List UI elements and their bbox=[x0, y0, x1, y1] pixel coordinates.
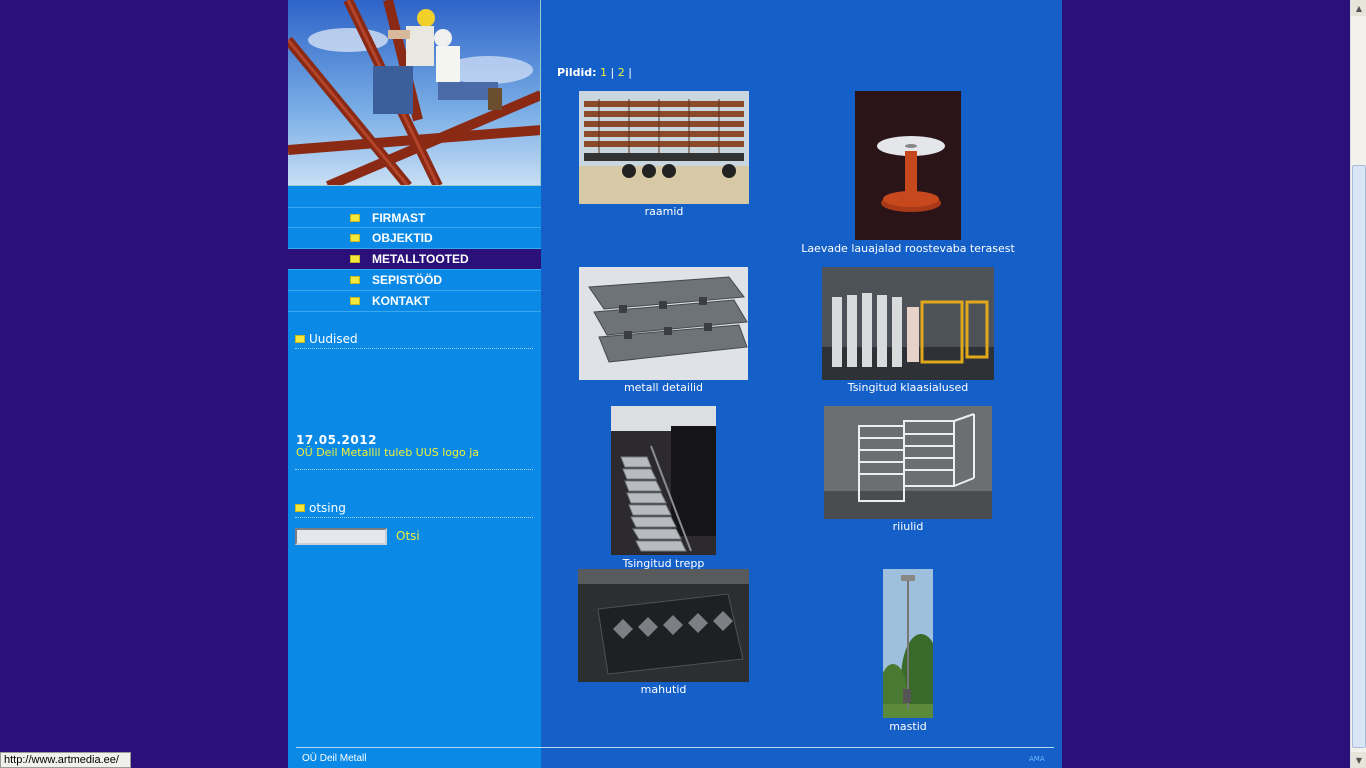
pagination-separator: | bbox=[628, 66, 632, 79]
bullet-square-icon bbox=[350, 234, 360, 242]
gallery-thumb-raamid[interactable] bbox=[579, 91, 749, 204]
gallery-thumb-riiulid[interactable] bbox=[824, 406, 992, 519]
nav-item-objektid[interactable]: OBJEKTID bbox=[288, 228, 541, 249]
gallery-caption[interactable]: mastid bbox=[858, 720, 958, 733]
gallery-page-1[interactable]: 1 bbox=[600, 66, 607, 79]
search-input[interactable] bbox=[295, 528, 387, 545]
footer-divider bbox=[296, 747, 1054, 748]
vertical-scrollbar[interactable]: ▲ ▼ bbox=[1350, 0, 1366, 768]
nav-item-metalltooted[interactable]: METALLTOOTED bbox=[288, 249, 541, 270]
gallery-caption[interactable]: Tsingitud klaasialused bbox=[822, 381, 994, 394]
news-title-label: Uudised bbox=[309, 332, 358, 346]
search-section-title: otsing bbox=[295, 501, 533, 518]
main-navigation: FIRMAST OBJEKTID METALLTOOTED SEPISTÖÖD … bbox=[288, 207, 541, 312]
gallery-thumb-klaasialused[interactable] bbox=[822, 267, 994, 380]
nav-item-label: KONTAKT bbox=[372, 294, 430, 308]
gallery-thumb-trepp[interactable] bbox=[611, 406, 716, 555]
news-section-title: Uudised bbox=[295, 332, 533, 349]
pagination-separator: | bbox=[610, 66, 615, 79]
header-photo-construction-workers bbox=[288, 0, 541, 186]
scroll-up-arrow-icon[interactable]: ▲ bbox=[1351, 0, 1366, 16]
gallery-label: Pildid: bbox=[557, 66, 597, 79]
bullet-square-icon bbox=[350, 213, 360, 222]
gallery-pagination: Pildid: 1 | 2 | bbox=[557, 66, 632, 79]
bullet-square-icon bbox=[350, 297, 360, 305]
footer-company: OÜ Deil Metall bbox=[302, 753, 367, 764]
news-divider bbox=[295, 469, 533, 470]
gallery-caption[interactable]: metall detailid bbox=[579, 381, 748, 394]
page-container: FIRMAST OBJEKTID METALLTOOTED SEPISTÖÖD … bbox=[288, 0, 1062, 768]
search-title-label: otsing bbox=[309, 501, 346, 515]
sidebar: FIRMAST OBJEKTID METALLTOOTED SEPISTÖÖD … bbox=[288, 0, 541, 768]
search-button[interactable]: Otsi bbox=[396, 529, 420, 543]
nav-item-label: FIRMAST bbox=[372, 210, 426, 225]
gallery-page-2[interactable]: 2 bbox=[618, 66, 625, 79]
gallery-thumb-mahutid[interactable] bbox=[578, 569, 749, 682]
footer-credit[interactable]: AMA bbox=[1029, 755, 1045, 763]
bullet-square-icon bbox=[350, 276, 360, 284]
gallery-thumb-mastid[interactable] bbox=[883, 569, 933, 718]
nav-item-sepistood[interactable]: SEPISTÖÖD bbox=[288, 270, 541, 291]
news-link[interactable]: OÜ Deil Metallil tuleb UUS logo ja bbox=[296, 446, 479, 459]
scroll-thumb[interactable] bbox=[1352, 165, 1366, 748]
nav-item-kontakt[interactable]: KONTAKT bbox=[288, 291, 541, 312]
gallery-thumb-lauajalad[interactable] bbox=[855, 91, 961, 240]
nav-item-label: METALLTOOTED bbox=[372, 252, 469, 266]
gallery-caption[interactable]: Laevade lauajalad roostevaba terasest bbox=[788, 242, 1028, 255]
news-date: 17.05.2012 bbox=[296, 433, 377, 447]
scroll-down-arrow-icon[interactable]: ▼ bbox=[1351, 752, 1366, 768]
gallery-caption[interactable]: raamid bbox=[579, 205, 749, 218]
nav-item-label: SEPISTÖÖD bbox=[372, 273, 443, 287]
nav-item-firmast[interactable]: FIRMAST bbox=[288, 207, 541, 228]
bullet-square-icon bbox=[295, 504, 305, 512]
bullet-square-icon bbox=[350, 255, 360, 263]
gallery-caption[interactable]: riiulid bbox=[824, 520, 992, 533]
gallery-thumb-metall-detailid[interactable] bbox=[579, 267, 748, 380]
gallery-caption[interactable]: mahutid bbox=[578, 683, 749, 696]
bullet-square-icon bbox=[295, 335, 305, 343]
nav-item-label: OBJEKTID bbox=[372, 231, 433, 245]
browser-status-bar: http://www.artmedia.ee/ bbox=[0, 752, 131, 768]
